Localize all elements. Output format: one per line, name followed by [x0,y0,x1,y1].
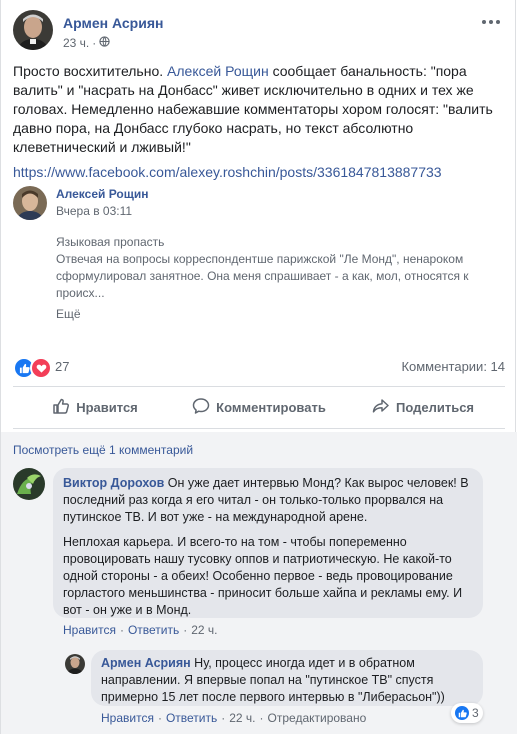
shared-post[interactable]: Алексей Рощин Вчера в 03:11 Языковая про… [13,180,505,328]
divider [13,386,505,387]
reply-author-name[interactable]: Армен Асриян [101,656,191,670]
shared-author-name[interactable]: Алексей Рощин [56,187,149,201]
comments-section: Посмотреть ещё 1 комментарий Виктор Доро… [1,432,517,734]
share-button[interactable]: Поделиться [341,391,505,423]
comment-reply-link[interactable]: Ответить [128,623,179,637]
post-time[interactable]: 23 ч. [63,36,89,50]
shared-title: Языковая пропасть [56,235,165,249]
shared-body: Языковая пропасть Отвечая на вопросы кор… [56,234,486,302]
reply-reply-link[interactable]: Ответить [166,711,217,725]
post-link[interactable]: https://www.facebook.com/alexey.roshchin… [13,164,442,180]
reply-reaction-count: 3 [472,706,479,720]
reply-time[interactable]: 22 ч. [229,711,255,725]
post-card: Армен Асриян 23 ч. · Просто восхитительн… [0,0,517,734]
post-meta: 23 ч. · [63,36,110,50]
shared-author-avatar[interactable] [13,186,47,220]
reaction-icons[interactable] [13,357,52,379]
action-bar: Нравится Комментировать Поделиться [13,391,505,423]
globe-icon [99,36,110,50]
like-reaction-icon [455,706,469,720]
share-icon [372,397,390,418]
comments-count[interactable]: Комментарии: 14 [401,359,505,374]
shared-time[interactable]: Вчера в 03:11 [56,204,132,218]
comment-icon [192,397,210,418]
thumbs-up-icon [52,397,70,418]
comment-label: Комментировать [216,399,326,415]
comment-button[interactable]: Комментировать [177,391,341,423]
post-text: Просто восхитительно. Алексей Рощин сооб… [13,63,493,155]
reply-bubble: Армен Асриян Ну, процесс иногда идет и в… [91,650,483,706]
see-more-link[interactable]: Ещё [56,307,81,321]
comment-time[interactable]: 22 ч. [191,623,217,637]
reply-reaction-badge[interactable]: 3 [451,703,483,723]
reaction-count[interactable]: 27 [55,359,69,374]
divider [13,428,505,429]
more-options-icon[interactable] [479,14,503,30]
reply-like-link[interactable]: Нравится [101,711,154,725]
comment-text-2: Неплохая карьера. И всего-то на том - чт… [63,535,463,617]
reply-avatar[interactable] [65,654,85,674]
edited-label[interactable]: Отредактировано [268,711,367,725]
reply-actions: Нравится · Ответить · 22 ч. · Отредактир… [101,711,367,725]
author-avatar[interactable] [13,10,53,50]
post-header: Армен Асриян 23 ч. · [13,10,503,54]
commenter-name[interactable]: Виктор Дорохов [63,476,164,490]
share-label: Поделиться [395,399,475,415]
comment-bubble: Виктор Дорохов Он уже дает интервью Монд… [53,468,483,618]
comment-actions: Нравится · Ответить · 22 ч. [63,623,218,637]
shared-text: Отвечая на вопросы корреспондентше париж… [56,252,469,300]
mention-link[interactable]: Алексей Рощин [167,63,269,79]
post-author-name[interactable]: Армен Асриян [63,15,163,31]
comment-like-link[interactable]: Нравится [63,623,116,637]
commenter-avatar[interactable] [13,468,45,500]
reactions-row: 27 Комментарии: 14 [13,356,505,379]
like-button[interactable]: Нравится [13,391,177,423]
love-reaction-icon [30,357,52,379]
view-more-comments-link[interactable]: Посмотреть ещё 1 комментарий [13,443,193,457]
like-label: Нравится [76,399,138,415]
